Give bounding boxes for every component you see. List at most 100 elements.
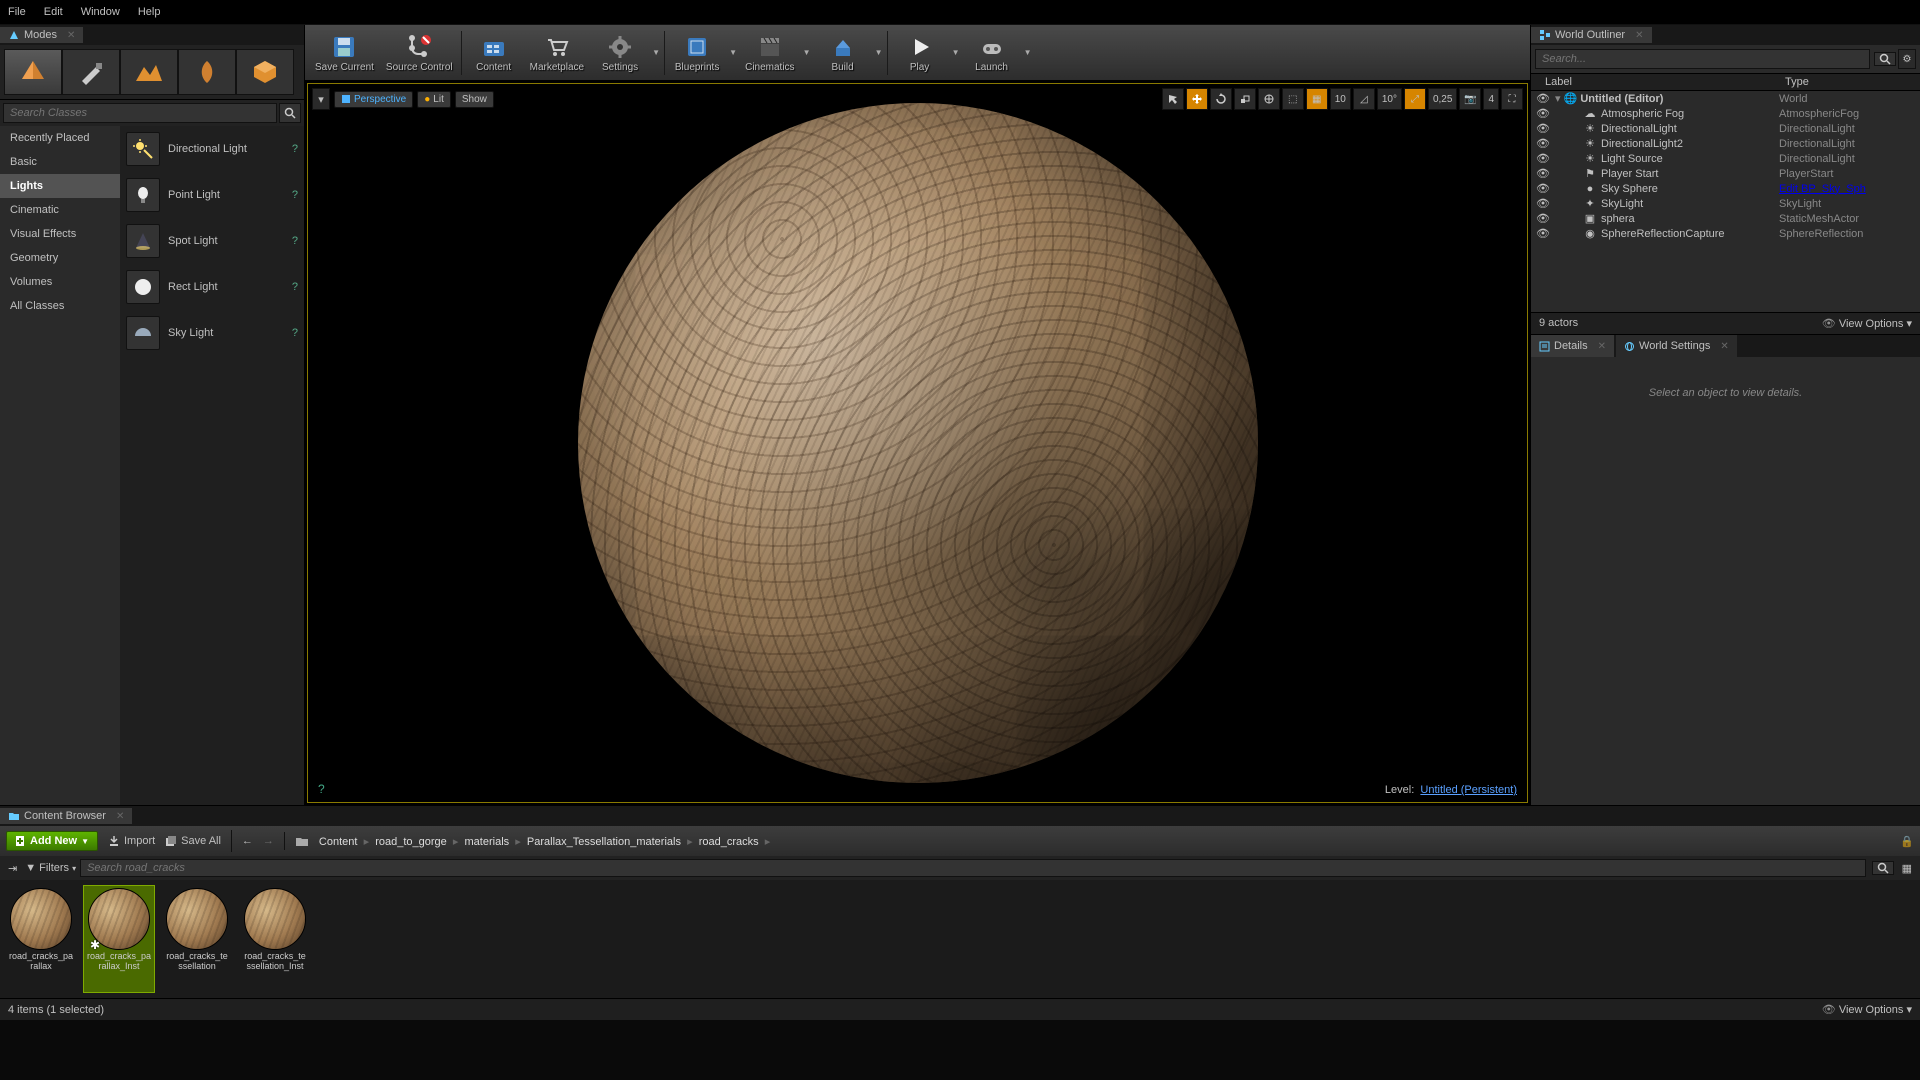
visibility-icon[interactable]: 👁 <box>1531 152 1555 165</box>
transform-rotate-icon[interactable] <box>1210 88 1232 110</box>
toolbar-launch[interactable]: Launch <box>962 27 1022 79</box>
close-icon[interactable]: ✕ <box>1720 341 1728 352</box>
mode-cat-visual-effects[interactable]: Visual Effects <box>0 222 120 246</box>
toolbar-content[interactable]: Content <box>464 27 524 79</box>
content-browser-tab[interactable]: Content Browser ✕ <box>0 808 132 824</box>
mode-cat-basic[interactable]: Basic <box>0 150 120 174</box>
toolbar-build[interactable]: Build <box>813 27 873 79</box>
transform-coordinate-icon[interactable] <box>1258 88 1280 110</box>
toolbar-blueprints[interactable]: Blueprints <box>667 27 727 79</box>
search-classes-input[interactable] <box>3 103 277 123</box>
mode-geometry[interactable] <box>236 49 294 95</box>
transform-move-icon[interactable] <box>1186 88 1208 110</box>
scale-snap-value[interactable]: 0,25 <box>1428 88 1457 110</box>
place-rect-light[interactable]: Rect Light? <box>120 264 304 310</box>
grid-snap-icon[interactable]: ▦ <box>1306 88 1328 110</box>
visibility-icon[interactable]: 👁 <box>1531 122 1555 135</box>
asset-road_cracks_tessellation_Inst[interactable]: road_cracks_tessellation_Inst <box>240 886 310 992</box>
toolbar-save[interactable]: Save Current <box>309 27 380 79</box>
outliner-row-light-source[interactable]: 👁☀Light SourceDirectionalLight <box>1531 151 1920 166</box>
search-icon[interactable] <box>1874 52 1896 66</box>
search-icon[interactable] <box>1872 861 1894 875</box>
camera-speed-value[interactable]: 4 <box>1483 88 1499 110</box>
surface-snap-icon[interactable]: ⬚ <box>1282 88 1304 110</box>
toolbar-marketplace[interactable]: Marketplace <box>524 27 590 79</box>
mode-cat-volumes[interactable]: Volumes <box>0 270 120 294</box>
outliner-row-sphera[interactable]: 👁▣spheraStaticMeshActor <box>1531 211 1920 226</box>
content-view-options[interactable]: 👁 View Options ▾ <box>1822 1003 1912 1016</box>
crumb-parallax_tessellation_materials[interactable]: Parallax_Tessellation_materials <box>527 836 681 848</box>
close-icon[interactable]: ✕ <box>1598 341 1606 352</box>
save-all-button[interactable]: Save All <box>165 835 221 847</box>
viewport-show[interactable]: Show <box>455 91 494 108</box>
search-icon[interactable] <box>279 103 301 123</box>
help-icon[interactable]: ? <box>292 189 298 201</box>
nav-forward[interactable]: → <box>263 835 274 847</box>
mode-foliage[interactable] <box>178 49 236 95</box>
mode-paint[interactable] <box>62 49 120 95</box>
visibility-icon[interactable]: 👁 <box>1531 107 1555 120</box>
crumb-materials[interactable]: materials <box>465 836 510 848</box>
world-outliner-tab[interactable]: World Outliner ✕ <box>1531 27 1652 43</box>
help-icon[interactable]: ? <box>292 235 298 247</box>
outliner-row-player-start[interactable]: 👁⚑Player StartPlayerStart <box>1531 166 1920 181</box>
chevron-down-icon[interactable]: ▼ <box>727 27 739 79</box>
help-icon[interactable]: ? <box>318 782 325 796</box>
viewport[interactable]: ▾ Perspective ●Lit Show ⬚ ▦ 10 ◿ 10° ⤢ 0… <box>307 83 1528 803</box>
outliner-search-input[interactable] <box>1535 49 1870 69</box>
outliner-row-spherereflectioncapture[interactable]: 👁◉SphereReflectionCaptureSphereReflectio… <box>1531 226 1920 241</box>
transform-select-icon[interactable] <box>1162 88 1184 110</box>
world-settings-tab[interactable]: World Settings ✕ <box>1616 335 1737 357</box>
visibility-icon[interactable]: 👁 <box>1531 137 1555 150</box>
close-icon[interactable]: ✕ <box>67 30 75 41</box>
outliner-filter-icon[interactable]: ⚙ <box>1898 49 1916 69</box>
toolbar-cinematics[interactable]: Cinematics <box>739 27 800 79</box>
mode-cat-cinematic[interactable]: Cinematic <box>0 198 120 222</box>
place-directional-light[interactable]: Directional Light? <box>120 126 304 172</box>
import-button[interactable]: Import <box>108 835 155 847</box>
grid-snap-value[interactable]: 10 <box>1330 88 1351 110</box>
outliner-row-sky-sphere[interactable]: 👁●Sky SphereEdit BP_Sky_Sph <box>1531 181 1920 196</box>
camera-speed-icon[interactable]: 📷 <box>1459 88 1481 110</box>
crumb-road_cracks[interactable]: road_cracks <box>699 836 759 848</box>
modes-tab[interactable]: Modes ✕ <box>0 27 83 43</box>
chevron-down-icon[interactable]: ▼ <box>873 27 885 79</box>
visibility-icon[interactable]: 👁 <box>1531 197 1555 210</box>
viewport-lit[interactable]: ●Lit <box>417 91 451 108</box>
mode-cat-recently-placed[interactable]: Recently Placed <box>0 126 120 150</box>
menu-help[interactable]: Help <box>138 6 161 18</box>
nav-back[interactable]: ← <box>242 835 253 847</box>
column-type[interactable]: Type <box>1781 76 1920 88</box>
outliner-row-directionallight2[interactable]: 👁☀DirectionalLight2DirectionalLight <box>1531 136 1920 151</box>
menu-window[interactable]: Window <box>81 6 120 18</box>
place-sky-light[interactable]: Sky Light? <box>120 310 304 356</box>
help-icon[interactable]: ? <box>292 143 298 155</box>
close-icon[interactable]: ✕ <box>116 811 124 822</box>
place-point-light[interactable]: Point Light? <box>120 172 304 218</box>
transform-scale-icon[interactable] <box>1234 88 1256 110</box>
crumb-road_to_gorge[interactable]: road_to_gorge <box>375 836 447 848</box>
toolbar-source-control[interactable]: Source Control <box>380 27 459 79</box>
outliner-row-atmospheric-fog[interactable]: 👁☁Atmospheric FogAtmosphericFog <box>1531 106 1920 121</box>
help-icon[interactable]: ? <box>292 281 298 293</box>
chevron-down-icon[interactable]: ▼ <box>1022 27 1034 79</box>
lock-icon[interactable]: 🔒 <box>1900 835 1914 848</box>
toolbar-play[interactable]: Play <box>890 27 950 79</box>
menu-edit[interactable]: Edit <box>44 6 63 18</box>
view-grid-icon[interactable]: ▦ <box>1898 862 1916 875</box>
mode-landscape[interactable] <box>120 49 178 95</box>
angle-snap-icon[interactable]: ◿ <box>1353 88 1375 110</box>
chevron-down-icon[interactable]: ▼ <box>801 27 813 79</box>
sources-toggle-icon[interactable]: ⇥ <box>4 862 21 875</box>
details-tab[interactable]: Details ✕ <box>1531 335 1614 357</box>
visibility-icon[interactable]: 👁 <box>1531 227 1555 240</box>
visibility-icon[interactable]: 👁 <box>1531 182 1555 195</box>
chevron-down-icon[interactable]: ▼ <box>950 27 962 79</box>
angle-snap-value[interactable]: 10° <box>1377 88 1402 110</box>
level-name-link[interactable]: Untitled (Persistent) <box>1420 784 1517 796</box>
outliner-root[interactable]: 👁▾ 🌐 Untitled (Editor)World <box>1531 91 1920 106</box>
viewport-perspective[interactable]: Perspective <box>334 91 413 108</box>
asset-road_cracks_parallax_Inst[interactable]: ✱road_cracks_parallax_Inst <box>84 886 154 992</box>
content-search-input[interactable] <box>80 859 1866 877</box>
mode-cat-lights[interactable]: Lights <box>0 174 120 198</box>
